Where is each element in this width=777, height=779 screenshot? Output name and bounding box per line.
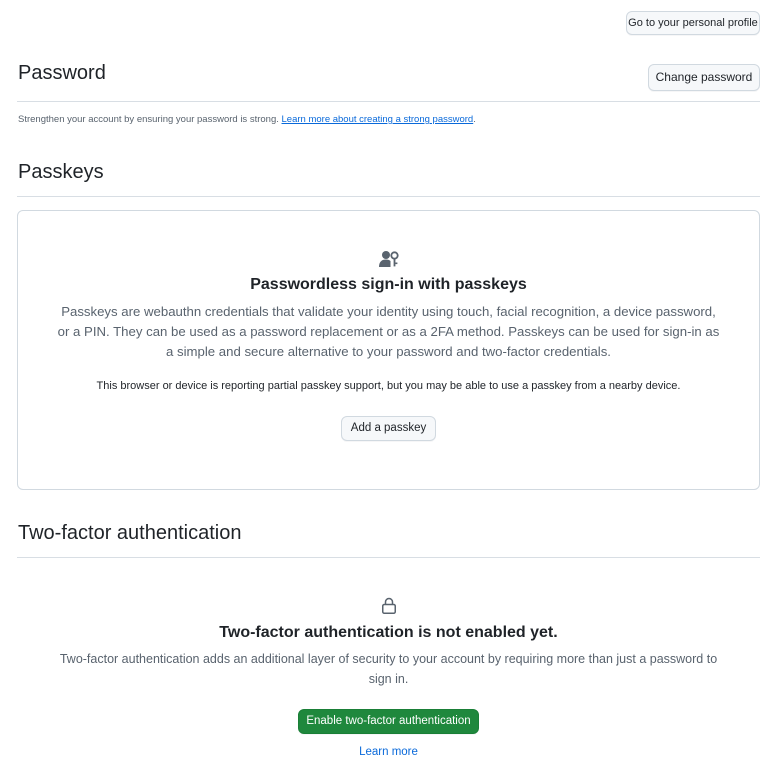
strong-password-link[interactable]: Learn more about creating a strong passw… <box>282 114 474 125</box>
passkeys-divider <box>17 196 760 197</box>
add-passkey-button[interactable]: Add a passkey <box>341 416 436 441</box>
passkey-support-note: This browser or device is reporting part… <box>96 380 681 392</box>
lock-icon <box>382 597 396 614</box>
two-factor-description: Two-factor authentication adds an additi… <box>59 652 718 686</box>
password-section-title: Password <box>18 62 106 84</box>
enable-two-factor-button[interactable]: Enable two-factor authentication <box>298 709 479 734</box>
password-description: Strengthen your account by ensuring your… <box>18 114 476 125</box>
learn-more-link[interactable]: Learn more <box>359 746 418 758</box>
passkeys-heading: Passwordless sign-in with passkeys <box>250 276 527 293</box>
personal-profile-button[interactable]: Go to your personal profile <box>626 11 760 35</box>
person-key-icon <box>379 251 399 267</box>
passkeys-section-title: Passkeys <box>18 161 104 183</box>
change-password-button[interactable]: Change password <box>648 64 760 91</box>
two-factor-heading: Two-factor authentication is not enabled… <box>219 624 558 641</box>
two-factor-learn-more-container: Learn more <box>0 746 777 758</box>
two-factor-divider <box>17 557 760 558</box>
password-divider <box>17 101 760 102</box>
password-description-period: . <box>473 114 476 125</box>
password-description-text: Strengthen your account by ensuring your… <box>18 114 279 125</box>
passkeys-description: Passkeys are webauthn credentials that v… <box>57 304 720 359</box>
two-factor-section-title: Two-factor authentication <box>18 522 242 544</box>
